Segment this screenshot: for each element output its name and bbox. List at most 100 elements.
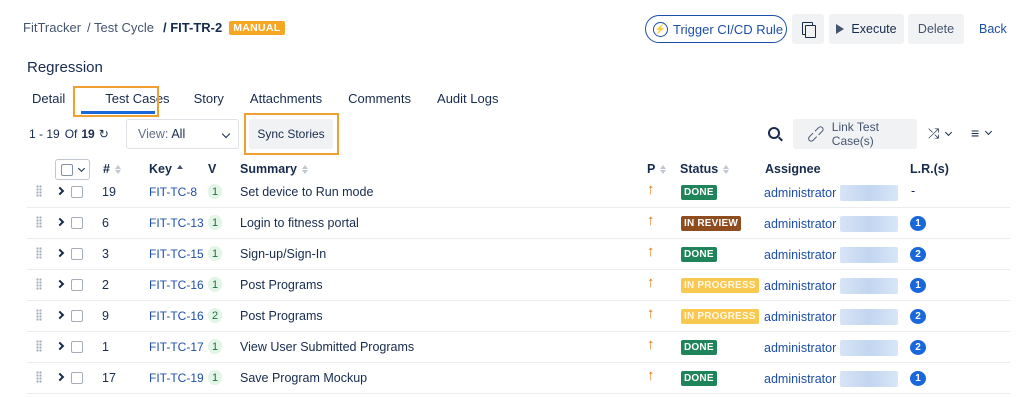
shuffle-menu[interactable]: ⤮ xyxy=(928,125,953,142)
tab-attachments[interactable]: Attachments xyxy=(250,91,322,106)
row-summary: Post Programs xyxy=(240,278,323,292)
chevron-right-icon[interactable] xyxy=(55,217,65,227)
breadcrumb-section[interactable]: / Test Cycle xyxy=(87,20,154,35)
row-assignee[interactable]: administrator xyxy=(764,247,899,263)
drag-handle-icon[interactable] xyxy=(36,185,42,197)
last-run-badge[interactable]: 1 xyxy=(910,216,926,231)
last-run-badge[interactable]: 2 xyxy=(910,340,926,355)
tab-detail[interactable]: Detail xyxy=(32,91,65,106)
execute-button[interactable]: Execute xyxy=(829,14,904,44)
drag-handle-icon[interactable] xyxy=(36,340,42,352)
column-priority[interactable]: P xyxy=(647,162,667,176)
row-assignee[interactable]: administrator xyxy=(764,216,899,232)
select-all-checkbox[interactable] xyxy=(61,163,73,176)
version-badge: 1 xyxy=(208,246,222,261)
row-key-link[interactable]: FIT-TC-16 xyxy=(149,278,204,292)
chevron-right-icon[interactable] xyxy=(55,248,65,258)
row-assignee[interactable]: administrator xyxy=(764,185,899,201)
redacted-field xyxy=(840,247,899,263)
column-status[interactable]: Status xyxy=(680,162,730,176)
row-checkbox[interactable] xyxy=(71,217,83,229)
sort-icon xyxy=(114,164,121,174)
row-assignee[interactable]: administrator xyxy=(764,278,899,294)
view-select[interactable]: View: All xyxy=(126,119,239,149)
tab-audit-logs[interactable]: Audit Logs xyxy=(437,91,498,106)
row-assignee[interactable]: administrator xyxy=(764,309,899,325)
table-row[interactable]: 9 FIT-TC-16 2 Post Programs ↑ IN PROGRES… xyxy=(27,301,1010,332)
row-assignee[interactable]: administrator xyxy=(764,340,899,356)
chevron-right-icon[interactable] xyxy=(55,279,65,289)
row-checkbox[interactable] xyxy=(71,279,83,291)
redacted-field xyxy=(840,309,899,325)
chevron-right-icon[interactable] xyxy=(55,372,65,382)
last-run-badge[interactable]: 1 xyxy=(910,371,926,386)
filter-menu[interactable]: ≡ xyxy=(971,125,993,141)
chevron-right-icon[interactable] xyxy=(55,310,65,320)
row-checkbox[interactable] xyxy=(71,310,83,322)
chevron-right-icon[interactable] xyxy=(55,341,65,351)
drag-handle-icon[interactable] xyxy=(36,309,42,321)
record-count: 1 - 19 Of 19 ↻ xyxy=(29,127,109,141)
row-key-link[interactable]: FIT-TC-19 xyxy=(149,371,204,385)
select-all-dropdown[interactable] xyxy=(55,159,90,180)
drag-handle-icon[interactable] xyxy=(36,371,42,383)
test-case-table: 19 FIT-TC-8 1 Set device to Run mode ↑ D… xyxy=(0,181,1024,394)
table-row[interactable]: 2 FIT-TC-16 1 Post Programs ↑ IN PROGRES… xyxy=(27,270,1010,301)
chevron-right-icon[interactable] xyxy=(55,186,65,196)
status-badge: DONE xyxy=(681,340,717,355)
chevron-down-icon xyxy=(221,129,231,139)
assignee-name: administrator xyxy=(764,248,837,262)
row-key-link[interactable]: FIT-TC-8 xyxy=(149,185,197,199)
table-row[interactable]: 17 FIT-TC-19 1 Save Program Mockup ↑ DON… xyxy=(27,363,1010,394)
row-checkbox[interactable] xyxy=(71,186,83,198)
row-checkbox[interactable] xyxy=(71,341,83,353)
row-key-link[interactable]: FIT-TC-15 xyxy=(149,247,204,261)
copy-button[interactable] xyxy=(792,14,824,44)
delete-button[interactable]: Delete xyxy=(908,14,964,44)
row-summary: Save Program Mockup xyxy=(240,371,368,385)
refresh-icon[interactable]: ↻ xyxy=(99,127,109,141)
page-title: Regression xyxy=(27,59,103,76)
row-checkbox[interactable] xyxy=(71,372,83,384)
table-row[interactable]: 19 FIT-TC-8 1 Set device to Run mode ↑ D… xyxy=(27,181,1010,208)
assignee-name: administrator xyxy=(764,341,837,355)
column-key[interactable]: Key xyxy=(149,162,183,176)
column-summary[interactable]: Summary xyxy=(240,162,308,176)
breadcrumb: FitTracker / Test Cycle / FIT-TR-2 MANUA… xyxy=(23,20,285,35)
row-num: 17 xyxy=(102,371,116,385)
priority-high-icon: ↑ xyxy=(647,181,655,198)
column-num[interactable]: # xyxy=(103,162,121,176)
status-badge: DONE xyxy=(681,185,717,200)
tab-story[interactable]: Story xyxy=(194,91,224,106)
redacted-field xyxy=(840,278,899,294)
last-run-badge[interactable]: 2 xyxy=(910,309,926,324)
sync-stories-button[interactable]: Sync Stories xyxy=(249,119,333,149)
breadcrumb-project[interactable]: FitTracker xyxy=(23,20,81,35)
row-key-link[interactable]: FIT-TC-17 xyxy=(149,340,204,354)
tab-comments[interactable]: Comments xyxy=(348,91,411,106)
search-icon[interactable] xyxy=(768,127,780,139)
sort-icon xyxy=(723,164,730,174)
link-test-cases-button[interactable]: ⊂⊃ Link Test Case(s) xyxy=(793,119,917,149)
drag-handle-icon[interactable] xyxy=(36,278,42,290)
back-link[interactable]: Back xyxy=(979,22,1007,36)
last-run-badge[interactable]: 1 xyxy=(910,278,926,293)
column-version-label: V xyxy=(208,162,217,176)
drag-handle-icon[interactable] xyxy=(36,247,42,259)
table-row[interactable]: 3 FIT-TC-15 1 Sign-up/Sign-In ↑ DONE adm… xyxy=(27,239,1010,270)
row-checkbox[interactable] xyxy=(71,248,83,260)
drag-handle-icon[interactable] xyxy=(36,216,42,228)
table-row[interactable]: 6 FIT-TC-13 1 Login to fitness portal ↑ … xyxy=(27,208,1010,239)
sort-icon xyxy=(301,164,308,174)
row-key-link[interactable]: FIT-TC-13 xyxy=(149,216,204,230)
row-key-link[interactable]: FIT-TC-16 xyxy=(149,309,204,323)
view-value: All xyxy=(171,127,186,141)
row-assignee[interactable]: administrator xyxy=(764,371,899,387)
version-badge: 1 xyxy=(208,370,222,385)
assignee-name: administrator xyxy=(764,310,837,324)
breadcrumb-key: / FIT-TR-2 xyxy=(162,20,223,35)
trigger-cicd-rule-button[interactable]: ⚡ Trigger CI/CD Rule xyxy=(645,15,787,43)
row-num: 9 xyxy=(102,309,109,323)
last-run-badge[interactable]: 2 xyxy=(910,247,926,262)
table-row[interactable]: 1 FIT-TC-17 1 View User Submitted Progra… xyxy=(27,332,1010,363)
